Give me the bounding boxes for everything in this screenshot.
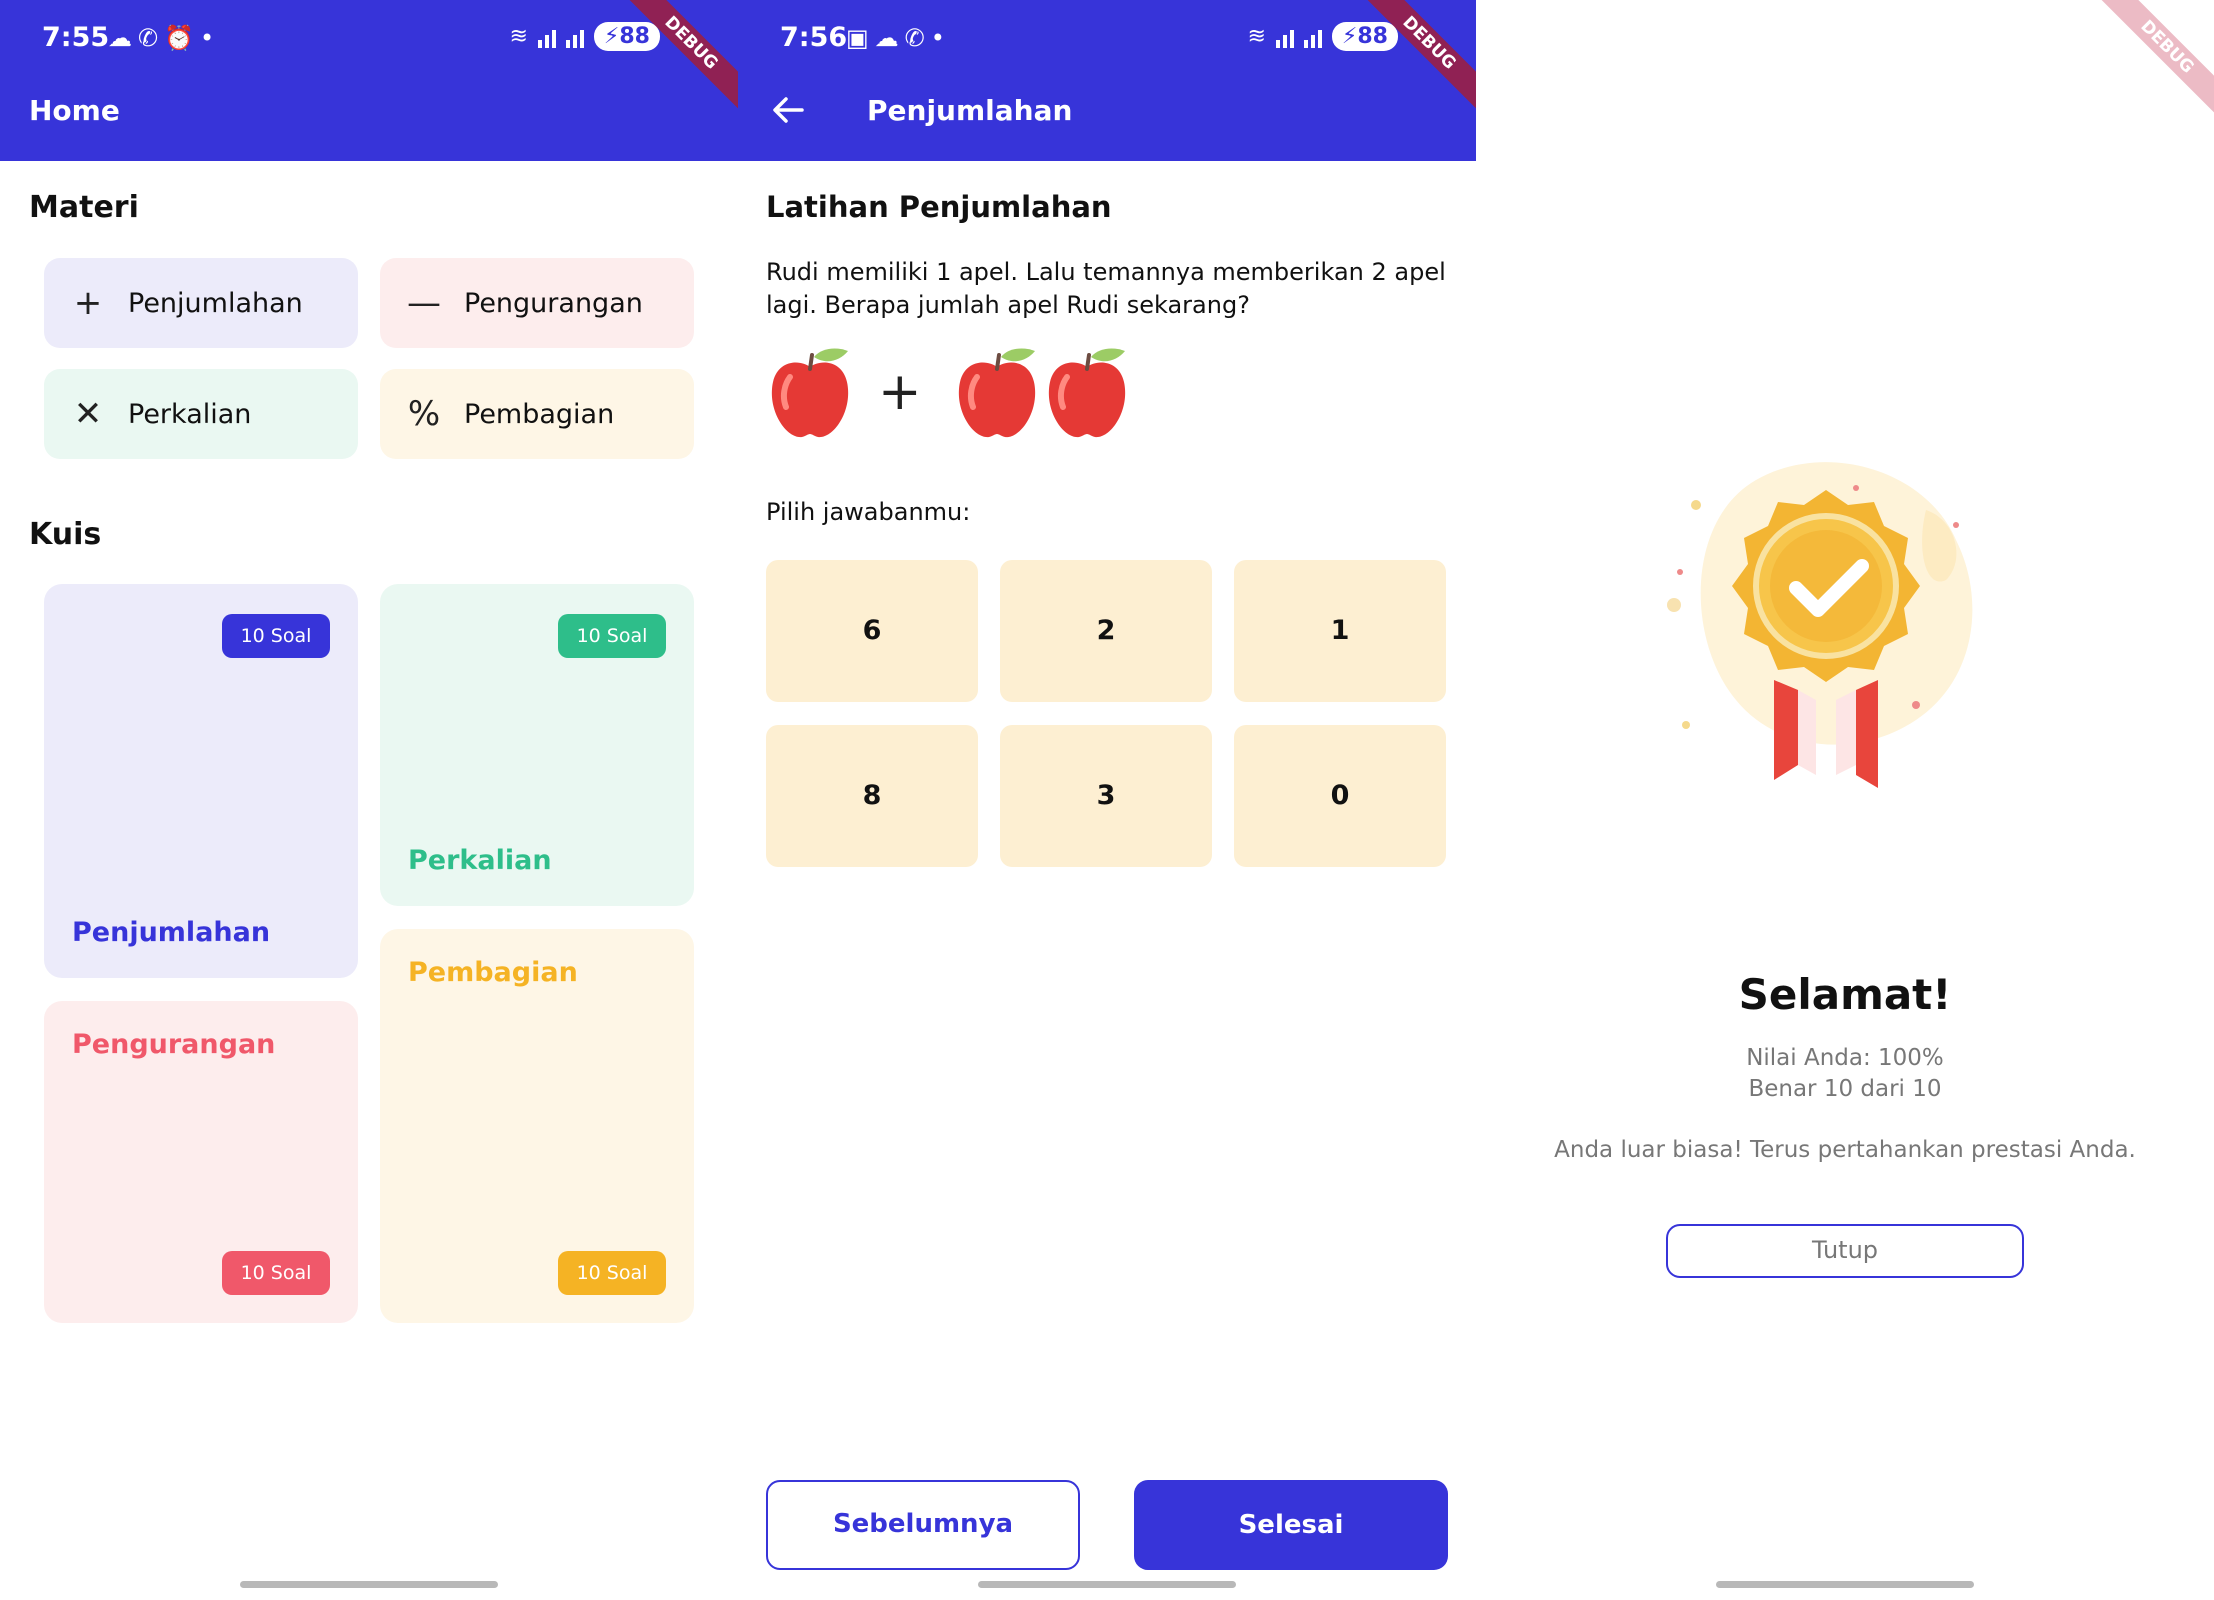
question-count-badge: 10 Soal bbox=[222, 614, 330, 658]
kuis-card-pengurangan[interactable]: Pengurangan 10 Soal bbox=[44, 1001, 358, 1323]
battery-level: 88 bbox=[1357, 24, 1388, 49]
materi-label: Penjumlahan bbox=[128, 287, 303, 319]
kuis-title: Perkalian bbox=[408, 845, 552, 876]
medal-badge-icon bbox=[1667, 462, 1973, 788]
page-title: Penjumlahan bbox=[867, 94, 1073, 127]
wifi-icon: ≋ bbox=[1247, 24, 1266, 49]
finish-button[interactable]: Selesai bbox=[1134, 1480, 1448, 1570]
signal-icon-2 bbox=[565, 26, 584, 48]
minus-icon: — bbox=[407, 283, 441, 323]
question-count-badge: 10 Soal bbox=[558, 614, 666, 658]
encouragement-text: Anda luar biasa! Terus pertahankan prest… bbox=[1554, 1137, 2136, 1163]
materi-label: Pembagian bbox=[464, 398, 615, 430]
wifi-icon: ≋ bbox=[509, 24, 528, 49]
app-bar: 7:55 ☁✆⏰• ≋ ⚡88 Home DEBUG bbox=[0, 0, 738, 161]
signal-icon bbox=[537, 26, 556, 48]
result-screen: DEBUG Selamat! Nilai Anda: 100% Benar 10… bbox=[1476, 0, 2214, 1600]
home-indicator[interactable] bbox=[1716, 1581, 1974, 1588]
page-title: Home bbox=[29, 94, 120, 127]
answer-option[interactable]: 0 bbox=[1234, 725, 1446, 867]
back-arrow-icon[interactable] bbox=[766, 88, 810, 132]
apple-icon bbox=[958, 348, 1036, 438]
kuis-title: Pembagian bbox=[408, 957, 578, 988]
answer-prompt: Pilih jawabanmu: bbox=[766, 498, 971, 526]
status-right: ≋ ⚡88 bbox=[1247, 22, 1398, 51]
exercise-heading: Latihan Penjumlahan bbox=[766, 190, 1112, 224]
answer-option[interactable]: 2 bbox=[1000, 560, 1212, 702]
question-text: Rudi memiliki 1 apel. Lalu temannya memb… bbox=[766, 258, 1446, 319]
materi-tile-pembagian[interactable]: % Pembagian bbox=[380, 369, 694, 459]
apple-icon bbox=[1048, 348, 1126, 438]
plus-icon: + bbox=[73, 283, 103, 323]
answer-option[interactable]: 3 bbox=[1000, 725, 1212, 867]
kuis-card-perkalian[interactable]: 10 Soal Perkalian bbox=[380, 584, 694, 906]
home-indicator[interactable] bbox=[240, 1581, 498, 1588]
plus-icon: + bbox=[878, 362, 922, 422]
kuis-title: Penjumlahan bbox=[72, 917, 271, 948]
answer-option[interactable]: 1 bbox=[1234, 560, 1446, 702]
kuis-heading: Kuis bbox=[29, 517, 102, 552]
answer-option[interactable]: 8 bbox=[766, 725, 978, 867]
signal-icon-2 bbox=[1303, 26, 1322, 48]
materi-heading: Materi bbox=[29, 190, 139, 225]
times-icon: ✕ bbox=[73, 394, 103, 434]
score-text: Nilai Anda: 100% bbox=[1746, 1045, 1944, 1071]
battery-icon: ⚡88 bbox=[1331, 22, 1398, 51]
home-screen: 7:55 ☁✆⏰• ≋ ⚡88 Home DEBUG Materi + Penj… bbox=[0, 0, 738, 1600]
notification-icons: ☁✆⏰• bbox=[108, 24, 221, 52]
exercise-screen: 7:56 ▣☁✆• ≋ ⚡88 Penjumlahan DEBUG Latiha… bbox=[738, 0, 1476, 1600]
status-bar: 7:55 ☁✆⏰• ≋ ⚡88 bbox=[0, 0, 738, 78]
materi-tile-perkalian[interactable]: ✕ Perkalian bbox=[44, 369, 358, 459]
notification-icons: ▣☁✆• bbox=[846, 24, 951, 52]
correct-count-text: Benar 10 dari 10 bbox=[1748, 1076, 1942, 1102]
home-indicator[interactable] bbox=[978, 1581, 1236, 1588]
status-time: 7:56 bbox=[780, 22, 848, 53]
battery-icon: ⚡88 bbox=[593, 22, 660, 51]
kuis-card-penjumlahan[interactable]: 10 Soal Penjumlahan bbox=[44, 584, 358, 978]
app-bar: 7:56 ▣☁✆• ≋ ⚡88 Penjumlahan DEBUG bbox=[738, 0, 1476, 161]
debug-banner: DEBUG bbox=[2097, 0, 2214, 117]
previous-button[interactable]: Sebelumnya bbox=[766, 1480, 1080, 1570]
status-right: ≋ ⚡88 bbox=[509, 22, 660, 51]
question-count-badge: 10 Soal bbox=[222, 1251, 330, 1295]
materi-tile-pengurangan[interactable]: — Pengurangan bbox=[380, 258, 694, 348]
signal-icon bbox=[1275, 26, 1294, 48]
congrats-title: Selamat! bbox=[1738, 970, 1952, 1019]
materi-tile-penjumlahan[interactable]: + Penjumlahan bbox=[44, 258, 358, 348]
answer-option[interactable]: 6 bbox=[766, 560, 978, 702]
question-count-badge: 10 Soal bbox=[558, 1251, 666, 1295]
apple-icon bbox=[771, 348, 849, 438]
materi-label: Pengurangan bbox=[464, 287, 643, 319]
kuis-title: Pengurangan bbox=[72, 1029, 276, 1060]
close-button[interactable]: Tutup bbox=[1666, 1224, 2024, 1278]
status-bar: 7:56 ▣☁✆• ≋ ⚡88 bbox=[738, 0, 1476, 78]
kuis-card-pembagian[interactable]: Pembagian 10 Soal bbox=[380, 929, 694, 1323]
materi-label: Perkalian bbox=[128, 398, 252, 430]
status-time: 7:55 bbox=[42, 22, 110, 53]
percent-icon: % bbox=[407, 394, 441, 434]
battery-level: 88 bbox=[619, 24, 650, 49]
